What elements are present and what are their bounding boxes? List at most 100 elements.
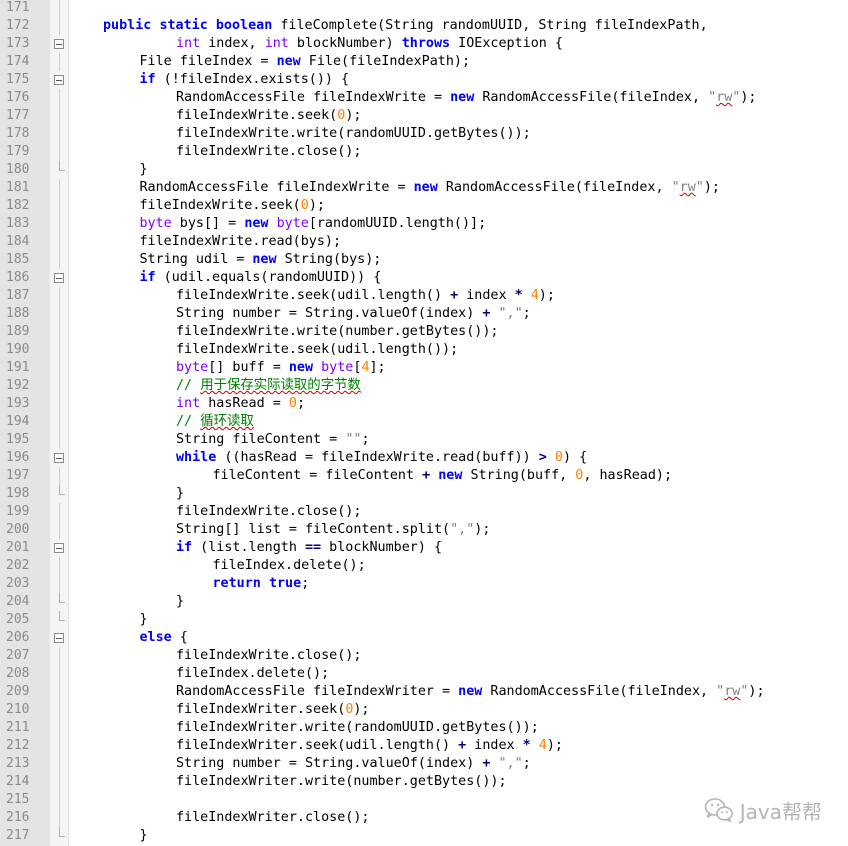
code-text: if (udil.equals(randomUUID)) { — [140, 269, 382, 287]
code-token: String number = String.valueOf(index) — [176, 306, 483, 321]
code-line[interactable]: 198} — [0, 485, 848, 503]
code-line[interactable]: 196 while ((hasRead = fileIndexWrite.read… — [0, 449, 848, 467]
code-line[interactable]: 187 fileIndexWrite.seek(udil.length() + i… — [0, 287, 848, 305]
fold-toggle-icon[interactable] — [54, 453, 64, 463]
code-token: RandomAccessFile fileIndexWriter = — [176, 684, 459, 699]
code-line[interactable]: 172 public static boolean fileComplete(St… — [0, 17, 848, 35]
fold-toggle-icon[interactable] — [54, 273, 64, 283]
code-line[interactable]: 203 return true; — [0, 575, 848, 593]
code-token: new — [450, 90, 475, 105]
fold-guide — [59, 305, 60, 323]
code-text: String number = String.valueOf(index) + … — [176, 305, 531, 323]
code-line[interactable]: 211 fileIndexWriter.write(randomUUID.getB… — [0, 719, 848, 737]
code-line[interactable]: 209 RandomAccessFile fileIndexWriter = ne… — [0, 683, 848, 701]
code-text: byte bys[] = new byte[randomUUID.length(… — [140, 215, 487, 233]
code-line[interactable]: 217} — [0, 827, 848, 845]
line-number: 196 — [6, 450, 30, 465]
code-line[interactable]: 191 byte[] buff = new byte[4]; — [0, 359, 848, 377]
code-line[interactable]: 190 fileIndexWrite.seek(udil.length()); — [0, 341, 848, 359]
code-token: fileIndexWrite.read(bys); — [139, 234, 342, 249]
code-line[interactable]: 186 if (udil.equals(randomUUID)) { — [0, 269, 848, 287]
code-line[interactable]: 185 String udil = new String(bys); — [0, 251, 848, 269]
code-text: // 循环读取 — [176, 413, 254, 431]
fold-guide — [59, 89, 60, 107]
code-line[interactable]: 173 int index, int blockNumber) throws IO… — [0, 35, 848, 53]
code-line[interactable]: 178 fileIndexWrite.write(randomUUID.getBy… — [0, 125, 848, 143]
code-line[interactable]: 188 String number = String.valueOf(index)… — [0, 305, 848, 323]
code-token: fileComplete(String randomUUID, String f… — [272, 18, 708, 33]
line-number: 206 — [6, 630, 30, 645]
fold-toggle-icon[interactable] — [54, 75, 64, 85]
code-line[interactable]: 202 fileIndex.delete(); — [0, 557, 848, 575]
code-line[interactable]: 184 fileIndexWrite.read(bys); — [0, 233, 848, 251]
code-line[interactable]: 204} — [0, 593, 848, 611]
code-token: (list.length — [192, 540, 305, 555]
code-line[interactable]: 175 if (!fileIndex.exists()) { — [0, 71, 848, 89]
code-line[interactable]: 180} — [0, 161, 848, 179]
code-line[interactable]: 206 else { — [0, 629, 848, 647]
fold-toggle-icon[interactable] — [54, 39, 64, 49]
code-token: } — [139, 612, 148, 627]
code-line[interactable]: 176 RandomAccessFile fileIndexWrite = new… — [0, 89, 848, 107]
code-line[interactable]: 181 RandomAccessFile fileIndexWrite = new… — [0, 179, 848, 197]
code-line[interactable]: 189 fileIndexWrite.write(number.getBytes(… — [0, 323, 848, 341]
code-token: ); — [308, 198, 325, 213]
code-line[interactable]: 195 String fileContent = ""; — [0, 431, 848, 449]
line-number: 209 — [6, 684, 30, 699]
code-token: String fileContent = — [176, 432, 346, 447]
code-token: RandomAccessFile(fileIndex, — [437, 180, 672, 195]
code-token: index, — [200, 36, 265, 51]
fold-guide — [59, 575, 60, 593]
code-line[interactable]: 213 String number = String.valueOf(index)… — [0, 755, 848, 773]
code-token: 4 — [361, 360, 370, 375]
code-token: ; — [301, 576, 310, 591]
code-line[interactable]: 171 — [0, 0, 848, 17]
code-token: new — [288, 360, 314, 375]
code-line[interactable]: 193 int hasRead = 0; — [0, 395, 848, 413]
code-line[interactable]: 199 fileIndexWrite.close(); — [0, 503, 848, 521]
code-token: [randomUUID.length()]; — [308, 216, 487, 231]
fold-toggle-icon[interactable] — [54, 543, 64, 553]
code-token: new — [438, 468, 463, 483]
code-line[interactable]: 182 fileIndexWrite.seek(0); — [0, 197, 848, 215]
fold-guide — [59, 179, 60, 197]
fold-toggle-icon[interactable] — [54, 633, 64, 643]
line-number: 180 — [6, 162, 30, 177]
code-token: fileIndexWrite.seek( — [139, 198, 301, 213]
code-line[interactable]: 194 // 循环读取 — [0, 413, 848, 431]
line-number: 217 — [6, 828, 30, 843]
code-text: fileIndexWriter.seek(udil.length() + ind… — [176, 737, 563, 755]
code-token: fileIndex.delete(); — [212, 558, 366, 573]
code-line[interactable]: 214 fileIndexWriter.write(number.getBytes… — [0, 773, 848, 791]
line-number: 202 — [6, 558, 30, 573]
code-line[interactable]: 207 fileIndexWrite.close(); — [0, 647, 848, 665]
code-token: blockNumber) { — [321, 540, 443, 555]
code-token: rw — [716, 90, 733, 105]
code-line[interactable]: 177 fileIndexWrite.seek(0); — [0, 107, 848, 125]
line-number: 178 — [6, 126, 30, 141]
fold-guide — [59, 359, 60, 377]
code-line[interactable]: 174 File fileIndex = new File(fileIndexPa… — [0, 53, 848, 71]
code-text: fileIndexWrite.seek(udil.length()); — [176, 341, 458, 359]
line-number: 208 — [6, 666, 30, 681]
code-line[interactable]: 183 byte bys[] = new byte[randomUUID.leng… — [0, 215, 848, 233]
code-line[interactable]: 208 fileIndex.delete(); — [0, 665, 848, 683]
code-line[interactable]: 179 fileIndexWrite.close(); — [0, 143, 848, 161]
code-line[interactable]: 197 fileContent = fileContent + new Strin… — [0, 467, 848, 485]
watermark: Java帮帮 — [704, 796, 822, 824]
code-line[interactable]: 212 fileIndexWriter.seek(udil.length() + … — [0, 737, 848, 755]
code-line[interactable]: 210 fileIndexWriter.seek(0); — [0, 701, 848, 719]
line-number: 171 — [6, 0, 30, 15]
code-editor[interactable]: 171 172 public static boolean fileComplete… — [0, 0, 848, 846]
code-token: throws — [401, 36, 451, 51]
code-token: fileIndexWriter.seek(udil.length() — [176, 738, 459, 753]
code-line[interactable]: 200 String[] list = fileContent.split(","… — [0, 521, 848, 539]
code-text: if (list.length == blockNumber) { — [176, 539, 442, 557]
line-number: 191 — [6, 360, 30, 375]
code-token: else — [139, 630, 172, 645]
code-line[interactable]: 201 if (list.length == blockNumber) { — [0, 539, 848, 557]
code-line[interactable]: 205} — [0, 611, 848, 629]
code-token: 0 — [554, 450, 563, 465]
code-line[interactable]: 192 // 用于保存实际读取的字节数 — [0, 377, 848, 395]
line-number: 210 — [6, 702, 30, 717]
